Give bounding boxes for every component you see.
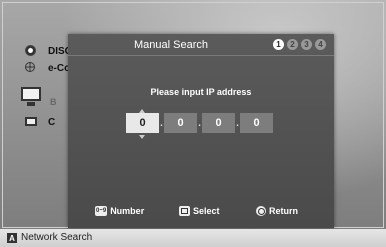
number-hint-label: Number	[110, 206, 145, 216]
number-hint[interactable]: 0~9 Number	[95, 206, 144, 216]
step-2: 2	[287, 39, 298, 50]
menu-item-econtent[interactable]: e-Co	[48, 63, 70, 74]
network-search-button[interactable]: Network Search	[21, 232, 92, 243]
ip-octet-1[interactable]: 0	[126, 113, 159, 133]
title-divider	[68, 55, 334, 56]
globe-icon	[25, 62, 35, 72]
computer-icon	[21, 87, 41, 106]
ip-octet-4[interactable]: 0	[240, 113, 273, 133]
ip-address-input: 0 . 0 . 0 . 0	[126, 113, 273, 133]
dialog-footer: 0~9 Number Select Return	[68, 206, 334, 220]
menu-item-pc-b[interactable]: B	[50, 97, 57, 107]
select-hint[interactable]: Select	[179, 206, 220, 216]
decrement-arrow-icon[interactable]	[139, 135, 145, 139]
menu-item-pc-c[interactable]: C	[48, 117, 55, 128]
return-key-icon	[256, 206, 266, 216]
return-hint[interactable]: Return	[256, 206, 298, 216]
ip-octet-2[interactable]: 0	[164, 113, 197, 133]
step-4: 4	[315, 39, 326, 50]
select-hint-label: Select	[193, 206, 220, 216]
enter-key-icon	[179, 206, 190, 216]
step-3: 3	[301, 39, 312, 50]
computer-small-icon	[25, 117, 37, 126]
disc-icon	[25, 45, 36, 56]
a-key-icon: A	[7, 233, 17, 243]
ip-octet-3[interactable]: 0	[202, 113, 235, 133]
bottom-bar: A Network Search	[0, 229, 386, 247]
return-hint-label: Return	[269, 206, 298, 216]
number-key-icon: 0~9	[95, 206, 108, 216]
step-indicator: 1 2 3 4	[273, 39, 326, 50]
manual-search-dialog: Manual Search 1 2 3 4 Please input IP ad…	[68, 34, 334, 228]
step-1: 1	[273, 39, 284, 50]
ip-prompt: Please input IP address	[150, 87, 252, 97]
tv-screen: DISC e-Co B C Manual Search 1 2 3 4 Plea…	[0, 0, 386, 247]
